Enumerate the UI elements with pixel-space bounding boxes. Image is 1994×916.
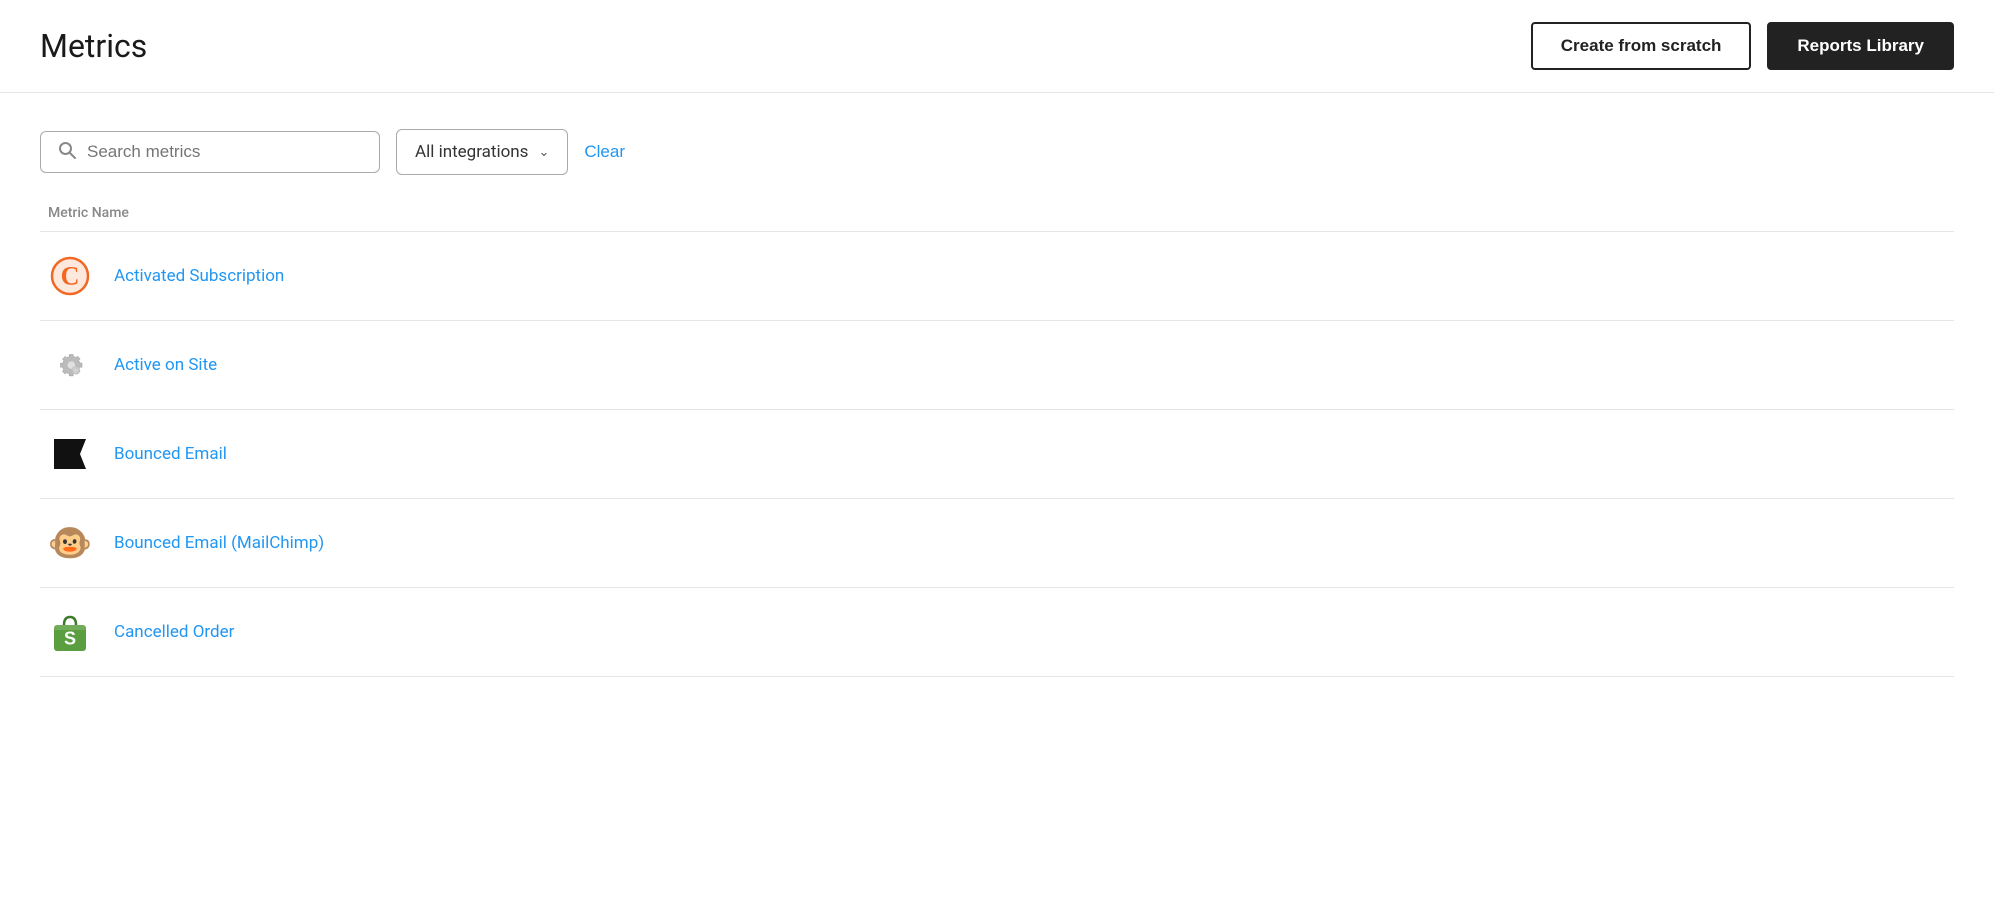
clear-button[interactable]: Clear [584,142,625,162]
table-row[interactable]: Bounced Email [40,410,1954,499]
flag-icon [48,432,92,476]
integrations-label: All integrations [415,142,528,162]
create-from-scratch-button[interactable]: Create from scratch [1531,22,1752,70]
page-title: Metrics [40,27,147,65]
integrations-dropdown[interactable]: All integrations ⌄ [396,129,568,175]
chargify-icon: C [48,254,92,298]
header-actions: Create from scratch Reports Library [1531,22,1954,70]
search-input[interactable] [87,142,363,162]
metric-name: Active on Site [114,355,217,375]
metric-name: Bounced Email (MailChimp) [114,533,324,553]
table-row[interactable]: 🐵 Bounced Email (MailChimp) [40,499,1954,588]
shopify-icon: S [48,610,92,654]
filter-bar: All integrations ⌄ Clear [0,93,1994,195]
svg-text:S: S [64,628,76,648]
metrics-table: Metric Name C Activated Subscription [0,195,1994,677]
table-row[interactable]: S Cancelled Order [40,588,1954,677]
svg-text:C: C [61,261,80,290]
table-column-header: Metric Name [40,195,1954,232]
page-header: Metrics Create from scratch Reports Libr… [0,0,1994,93]
reports-library-button[interactable]: Reports Library [1767,22,1954,70]
search-wrapper [40,131,380,173]
table-row[interactable]: Active on Site [40,321,1954,410]
metric-name: Cancelled Order [114,622,234,642]
gear-icon [48,343,92,387]
mailchimp-icon: 🐵 [48,521,92,565]
table-row[interactable]: C Activated Subscription [40,232,1954,321]
search-icon [57,140,77,164]
metric-name: Bounced Email [114,444,227,464]
chevron-down-icon: ⌄ [538,145,549,160]
metric-name: Activated Subscription [114,266,284,286]
